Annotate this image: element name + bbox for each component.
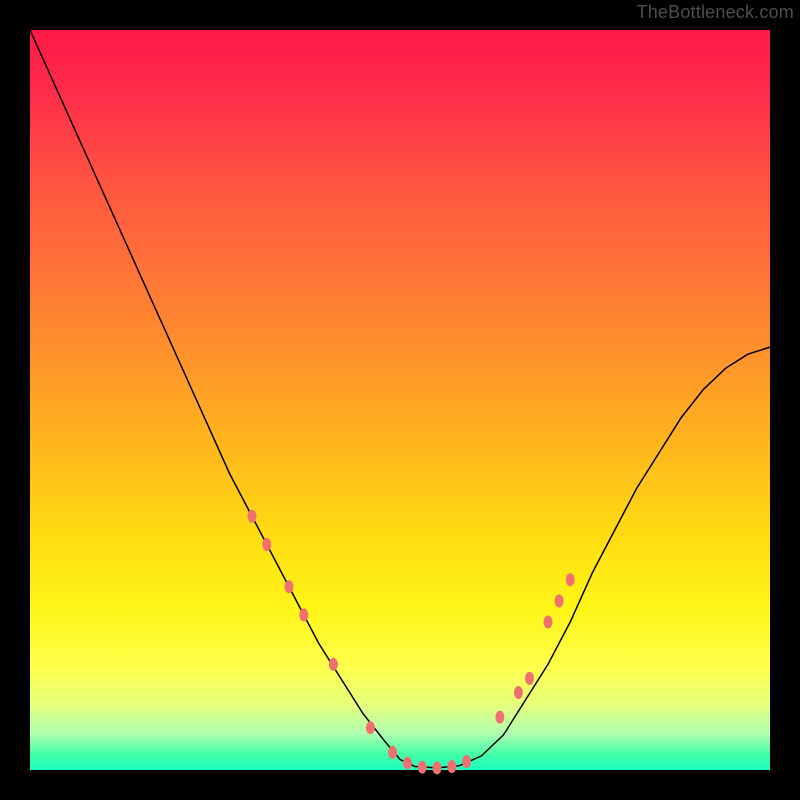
data-marker: [555, 594, 564, 607]
data-marker: [433, 761, 442, 774]
data-marker: [447, 760, 456, 773]
data-marker: [262, 538, 271, 551]
data-marker: [566, 573, 575, 586]
watermark-text: TheBottleneck.com: [637, 2, 794, 23]
data-marker: [299, 608, 308, 621]
bottleneck-curve: [30, 30, 770, 768]
markers-group: [248, 510, 575, 775]
data-marker: [403, 756, 412, 769]
data-marker: [462, 755, 471, 768]
data-marker: [285, 580, 294, 593]
chart-frame: [30, 30, 770, 770]
data-marker: [525, 672, 534, 685]
data-marker: [495, 711, 504, 724]
data-marker: [248, 510, 257, 523]
data-marker: [544, 616, 553, 629]
data-marker: [514, 686, 523, 699]
data-marker: [329, 658, 338, 671]
data-marker: [366, 721, 375, 734]
chart-svg: [30, 30, 770, 770]
data-marker: [418, 761, 427, 774]
data-marker: [388, 746, 397, 759]
